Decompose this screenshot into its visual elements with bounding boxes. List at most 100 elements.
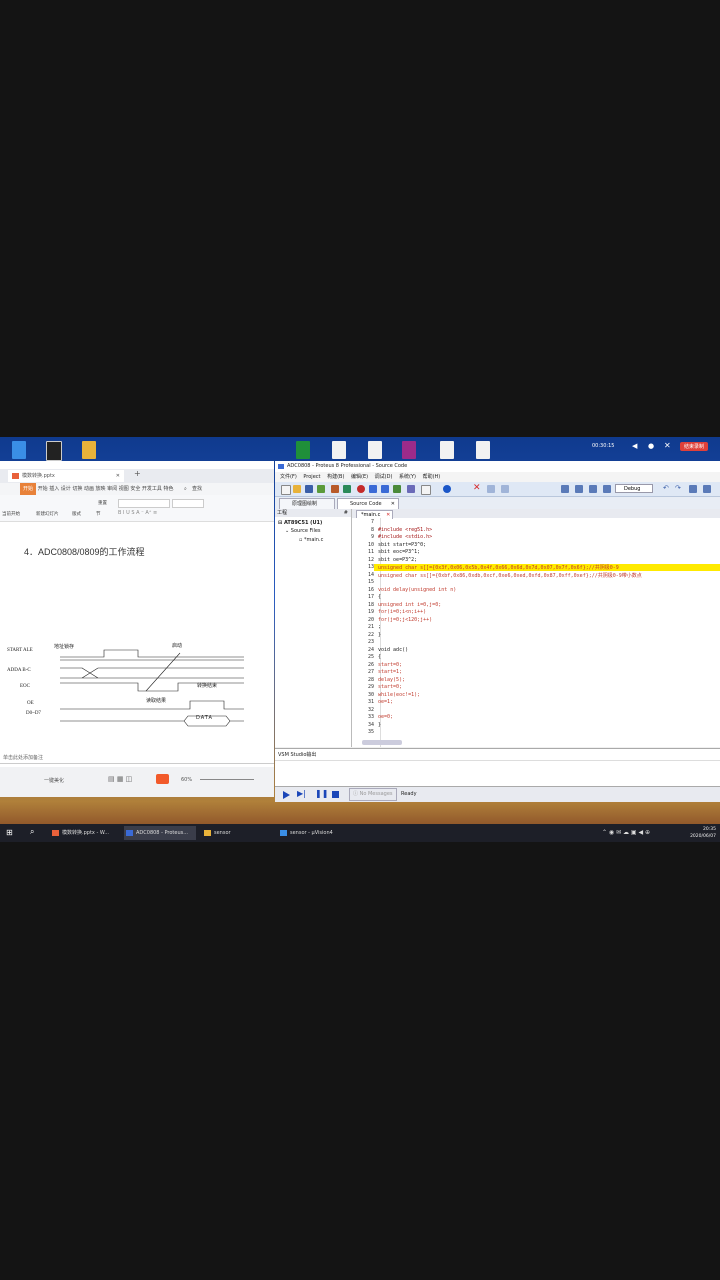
step-back-icon[interactable] [369,485,377,493]
code-line[interactable]: sbit oe=P3^2; [378,557,417,563]
speaker-icon[interactable]: ◀ [632,442,637,450]
system-clock[interactable]: 20:35 2020/06/07 [690,826,716,840]
code-line[interactable]: void delay(unsigned int n) [378,587,456,593]
presentation-file-tab[interactable]: 模数转换.pptx ✕ [8,470,124,482]
menu-build[interactable]: 构建(B) [327,474,344,480]
ppt-menu-items[interactable]: 开始 插入 设计 切换 动画 放映 审阅 视图 安全 开发工具 特色 [38,486,174,492]
zoom-slider[interactable] [200,779,254,780]
desktop-icon-spreadsheet[interactable] [296,441,310,459]
code-line[interactable]: } [378,632,381,638]
build-icon[interactable] [357,485,365,493]
open-folder-icon[interactable] [293,485,301,493]
desktop-icon-archive[interactable] [402,441,416,459]
play-slideshow-button[interactable] [156,774,169,784]
toolbar-icon-misc[interactable] [589,485,597,493]
code-line[interactable]: sbit eoc=P3^1; [378,549,420,555]
menu-debug[interactable]: 调试(D) [375,474,393,480]
schematic-icon[interactable] [331,485,339,493]
code-line[interactable]: unsigned char ss[]={0xbf,0x86,0xdb,0xcf,… [378,572,642,579]
taskbar-item-proteus[interactable]: ADC0808 - Proteus... [124,826,196,840]
step-icon[interactable] [381,485,389,493]
help-icon[interactable] [443,485,451,493]
undo-icon[interactable]: ↶ [663,484,669,492]
font-size-box[interactable] [172,499,204,508]
document-icon[interactable] [421,485,431,495]
code-line[interactable]: unsigned char s[]={0x3f,0x06,0x5b,0x4f,0… [378,564,619,571]
desktop-icon-file[interactable] [476,441,490,459]
horizontal-scrollbar[interactable] [362,740,402,745]
code-line[interactable]: { [378,594,381,600]
code-line[interactable]: #include <reg51.h> [378,527,432,533]
redo-icon[interactable]: ↷ [675,484,681,492]
menu-help[interactable]: 帮助(H) [423,474,441,480]
pin-icon[interactable]: # [344,509,348,517]
menu-project[interactable]: Project [303,474,320,480]
toolbar-icon-misc[interactable] [603,485,611,493]
taskbar-item-presentation[interactable]: 模数转换.pptx - W... [50,826,120,840]
code-line[interactable]: delay(5); [378,677,405,683]
code-line[interactable]: #include <stdio.h> [378,534,432,540]
desktop-icon-file[interactable] [440,441,454,459]
code-line[interactable]: start=0; [378,684,402,690]
home-icon[interactable] [317,485,325,493]
code-line[interactable]: } [378,722,381,728]
code-line[interactable]: oe=0; [378,714,393,720]
code-editor[interactable]: *main.c ✕ 7 8 #include <reg51.h> 9 #include … [352,509,720,747]
stop-icon[interactable]: ✕ [473,483,481,493]
stop-sim-icon[interactable] [332,791,339,798]
debug-config-dropdown[interactable]: Debug [615,484,653,493]
step-play-icon[interactable]: ▶| [297,790,306,798]
code-line[interactable]: unsigned int i=0,j=0; [378,602,441,608]
search-icon[interactable]: ⌕ [30,828,34,836]
desktop-icon-app[interactable] [46,441,62,461]
pause-icon[interactable]: ❚❚ [315,790,328,798]
play-icon[interactable] [283,791,290,799]
ribbon-label-reset[interactable]: 重置 [98,500,107,506]
code-line[interactable]: oe=1; [378,699,393,705]
search-icon[interactable]: ⌕ [184,483,187,495]
library-icon[interactable] [407,485,415,493]
code-line[interactable]: for(j=0;j<120;j++) [378,617,432,623]
close-icon[interactable]: ✕ [664,441,671,450]
code-line[interactable]: start=1; [378,669,402,675]
taskbar-item-sensor-folder[interactable]: sensor [202,826,272,840]
code-line[interactable]: ; [378,624,381,630]
ribbon-label-current[interactable]: 当前开始 [2,511,20,517]
toolbar-icon-misc[interactable] [487,485,495,493]
save-icon[interactable] [305,485,313,493]
toolbar-icon-misc[interactable] [703,485,711,493]
run-icon[interactable] [393,485,401,493]
desktop-icon-file[interactable] [332,441,346,459]
beautify-button[interactable]: 一键美化 [44,777,64,784]
code-area[interactable]: 7 8 #include <reg51.h> 9 #include <stdio.h> 1… [352,518,720,747]
desktop-icon-file[interactable] [368,441,382,459]
text-format-icons[interactable]: B I U S A ⁻ A⁺ ≡ [118,510,157,516]
toolbar-icon-misc[interactable] [561,485,569,493]
notes-placeholder[interactable]: 单击此处添加备注 [3,754,43,761]
tab-source-code[interactable]: Source Code ✕ [337,498,399,509]
code-line[interactable]: sbit start=P3^0; [378,542,426,548]
code-line[interactable]: while(eoc!=1); [378,692,420,698]
toolbar-icon-misc[interactable] [689,485,697,493]
code-line[interactable]: { [378,654,381,660]
messages-indicator[interactable]: ⓘ No Messages [349,788,397,801]
tab-schematic[interactable]: 原理图绘制 [279,498,335,509]
ribbon-label-section[interactable]: 节 [96,511,101,517]
search-label[interactable]: 查找 [192,483,202,495]
view-buttons[interactable]: ▤ ▦ ◫ [108,775,132,783]
new-tab-button[interactable]: + [134,469,141,478]
tree-item-mcu[interactable]: ⊟ AT89C51 (U1) [278,520,322,526]
ppt-start-button[interactable]: 开始 [20,483,37,495]
close-tab-icon[interactable]: ✕ [116,470,120,482]
pcb-icon[interactable] [343,485,351,493]
tray-icons[interactable]: ⌃ ◉ ✉ ☁ ▣ ◀ ⊕ [602,829,650,837]
desktop-icon-folder[interactable] [82,441,96,459]
code-line[interactable]: void adc() [378,647,408,653]
tree-item-source-files[interactable]: ⌄ Source Files [285,528,321,534]
font-name-box[interactable] [118,499,170,508]
desktop-icon-computer[interactable] [12,441,26,459]
menu-file[interactable]: 文件(F) [280,474,297,480]
mic-icon[interactable]: ● [648,442,654,450]
toolbar-icon-misc[interactable] [501,485,509,493]
taskbar-item-uvision[interactable]: sensor - μVision4 [278,826,358,840]
